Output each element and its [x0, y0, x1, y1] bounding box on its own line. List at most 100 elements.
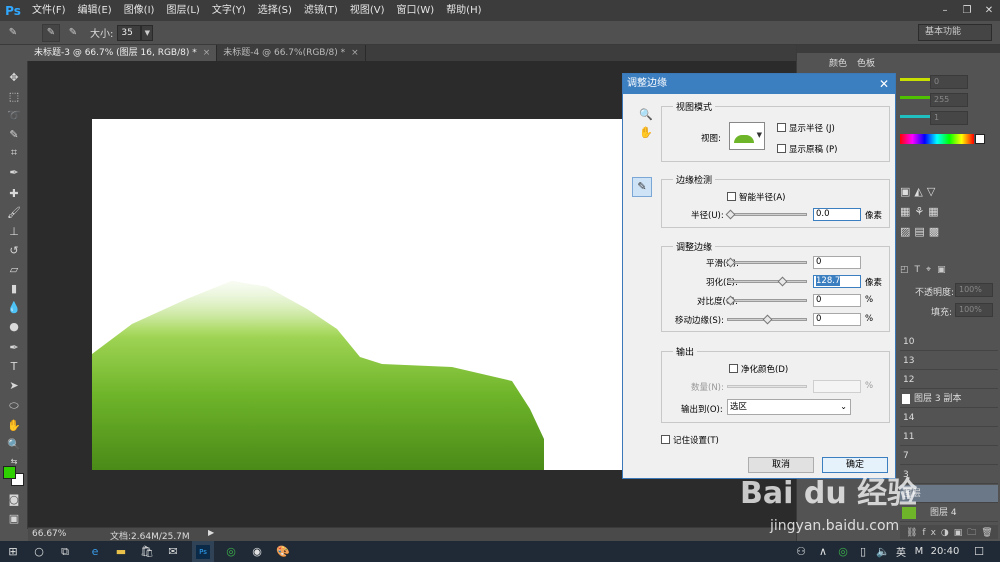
- tab-document-4[interactable]: 未标题-4 @ 66.7%(RGB/8) * ×: [217, 45, 366, 61]
- tab-document-3[interactable]: 未标题-3 @ 66.7% (图层 16, RGB/8) * ×: [28, 45, 218, 61]
- wechat-tray-icon[interactable]: ◎: [832, 541, 854, 562]
- clone-stamp-tool-icon[interactable]: ⊥: [5, 223, 23, 239]
- menu-type[interactable]: 文字(Y): [206, 0, 252, 21]
- zoom-icon[interactable]: 🔍: [639, 108, 653, 121]
- zoom-level[interactable]: 66.67%: [32, 529, 66, 539]
- lasso-tool-icon[interactable]: ➰: [5, 107, 23, 123]
- layer-row[interactable]: 7: [900, 447, 998, 465]
- windows-start-icon[interactable]: ⊞: [2, 541, 24, 562]
- screen-mode-icon[interactable]: ▣: [5, 510, 23, 526]
- color-field-3[interactable]: 1: [930, 111, 968, 125]
- layer-row[interactable]: 11: [900, 428, 998, 446]
- canvas[interactable]: [92, 119, 622, 470]
- color-slider-r[interactable]: [900, 78, 932, 81]
- menu-view[interactable]: 视图(V): [344, 0, 391, 21]
- menu-window[interactable]: 窗口(W): [390, 0, 440, 21]
- paint-icon[interactable]: 🎨: [272, 541, 294, 562]
- color-slider-g[interactable]: [900, 96, 932, 99]
- adjustment-icons-row1[interactable]: ▣◭▽: [900, 185, 939, 198]
- crop-tool-icon[interactable]: ⌗: [5, 145, 23, 161]
- type-tool-icon[interactable]: T: [5, 358, 23, 374]
- dodge-tool-icon[interactable]: ●: [5, 318, 23, 334]
- smart-radius-checkbox[interactable]: [727, 192, 736, 201]
- color-ramp[interactable]: [900, 134, 974, 144]
- contrast-slider[interactable]: [727, 299, 807, 302]
- close-icon[interactable]: ✕: [978, 4, 1000, 18]
- photoshop-taskbar-icon[interactable]: Ps: [192, 541, 214, 562]
- history-brush-tool-icon[interactable]: ↺: [5, 242, 23, 258]
- tab-swatches[interactable]: 色板: [857, 56, 875, 69]
- network-icon[interactable]: ▯: [852, 541, 874, 562]
- adjustment-icons-row2[interactable]: ▦⚘▦: [900, 205, 943, 218]
- decontaminate-checkbox[interactable]: [729, 364, 738, 373]
- quick-mask-icon[interactable]: ◙: [5, 491, 23, 507]
- foreground-color-swatch[interactable]: [3, 466, 16, 479]
- wechat-icon[interactable]: ◎: [220, 541, 242, 562]
- view-preview-dropdown[interactable]: ▼: [729, 122, 765, 150]
- shape-tool-icon[interactable]: ⬭: [5, 398, 23, 414]
- eyedropper-tool-icon[interactable]: ✒: [5, 164, 23, 180]
- layer-row[interactable]: 图层 3 副本: [900, 390, 998, 408]
- file-explorer-icon[interactable]: ▬: [110, 541, 132, 562]
- move-tool-icon[interactable]: ✥: [5, 69, 23, 85]
- layer-row[interactable]: 10: [900, 333, 998, 351]
- dialog-title[interactable]: 调整边缘: [623, 74, 895, 94]
- fill-input[interactable]: 100%: [955, 303, 993, 317]
- people-icon[interactable]: ⚇: [790, 541, 812, 562]
- shift-edge-input[interactable]: 0: [813, 313, 861, 326]
- color-field-2[interactable]: 255: [930, 93, 968, 107]
- menu-select[interactable]: 选择(S): [252, 0, 298, 21]
- path-selection-tool-icon[interactable]: ➤: [5, 377, 23, 393]
- layer-actions[interactable]: ⛓fx◑▣🗀🗑: [900, 525, 998, 539]
- status-menu-arrow-icon[interactable]: ▶: [208, 528, 214, 537]
- feather-slider[interactable]: [727, 280, 807, 283]
- menu-image[interactable]: 图像(I): [118, 0, 161, 21]
- brush-tool-icon[interactable]: 🖌: [5, 204, 23, 220]
- hand-icon[interactable]: ✋: [639, 126, 653, 139]
- layer-row[interactable]: 14: [900, 409, 998, 427]
- healing-brush-tool-icon[interactable]: ✚: [5, 185, 23, 201]
- dialog-close-icon[interactable]: ✕: [879, 74, 889, 94]
- menu-file[interactable]: 文件(F): [26, 0, 72, 21]
- edge-browser-icon[interactable]: e: [84, 541, 106, 562]
- erase-refinements-icon[interactable]: ✎: [64, 24, 82, 42]
- mail-icon[interactable]: ✉: [162, 541, 184, 562]
- refine-radius-tool-icon[interactable]: ✎: [632, 177, 652, 197]
- radius-slider[interactable]: [727, 213, 807, 216]
- layer-row[interactable]: 13: [900, 352, 998, 370]
- chevron-up-icon[interactable]: ∧: [812, 541, 834, 562]
- smooth-input[interactable]: 0: [813, 256, 861, 269]
- color-slider-b[interactable]: [900, 115, 932, 118]
- search-icon[interactable]: ○: [28, 541, 50, 562]
- show-original-checkbox[interactable]: [777, 144, 786, 153]
- store-icon[interactable]: 🛍: [136, 541, 158, 562]
- pen-tool-icon[interactable]: ✒: [5, 339, 23, 355]
- show-radius-checkbox[interactable]: [777, 123, 786, 132]
- color-field-1[interactable]: 0: [930, 75, 968, 89]
- app-icon[interactable]: ◉: [246, 541, 268, 562]
- gradient-tool-icon[interactable]: ▮: [5, 280, 23, 296]
- brush-tool-preset-icon[interactable]: ✎: [4, 24, 22, 42]
- blur-tool-icon[interactable]: 💧: [5, 299, 23, 315]
- task-view-icon[interactable]: ⧉: [54, 541, 76, 562]
- restore-icon[interactable]: ❐: [956, 4, 978, 18]
- quick-selection-tool-icon[interactable]: ✎: [5, 126, 23, 142]
- smooth-slider[interactable]: [727, 261, 807, 264]
- zoom-tool-icon[interactable]: 🔍: [5, 436, 23, 452]
- menu-layer[interactable]: 图层(L): [160, 0, 205, 21]
- workspace-select[interactable]: 基本功能: [918, 24, 992, 41]
- adjustment-icons-row3[interactable]: ▨▤▩: [900, 225, 943, 238]
- refine-radius-brush-icon[interactable]: ✎: [42, 23, 60, 42]
- ime-mode-indicator[interactable]: M: [908, 541, 930, 562]
- remember-settings-checkbox[interactable]: [661, 435, 670, 444]
- eraser-tool-icon[interactable]: ▱: [5, 261, 23, 277]
- tab-color[interactable]: 颜色: [829, 56, 847, 69]
- layer-filter-icons[interactable]: ◰T⌖▣: [900, 265, 952, 275]
- clock[interactable]: 20:40: [930, 541, 960, 562]
- size-input[interactable]: 35: [117, 24, 142, 41]
- minimize-icon[interactable]: –: [934, 4, 956, 18]
- opacity-input[interactable]: 100%: [955, 283, 993, 297]
- layer-row[interactable]: 12: [900, 371, 998, 389]
- hand-tool-icon[interactable]: ✋: [5, 417, 23, 433]
- output-to-select[interactable]: 选区 ⌄: [727, 399, 851, 415]
